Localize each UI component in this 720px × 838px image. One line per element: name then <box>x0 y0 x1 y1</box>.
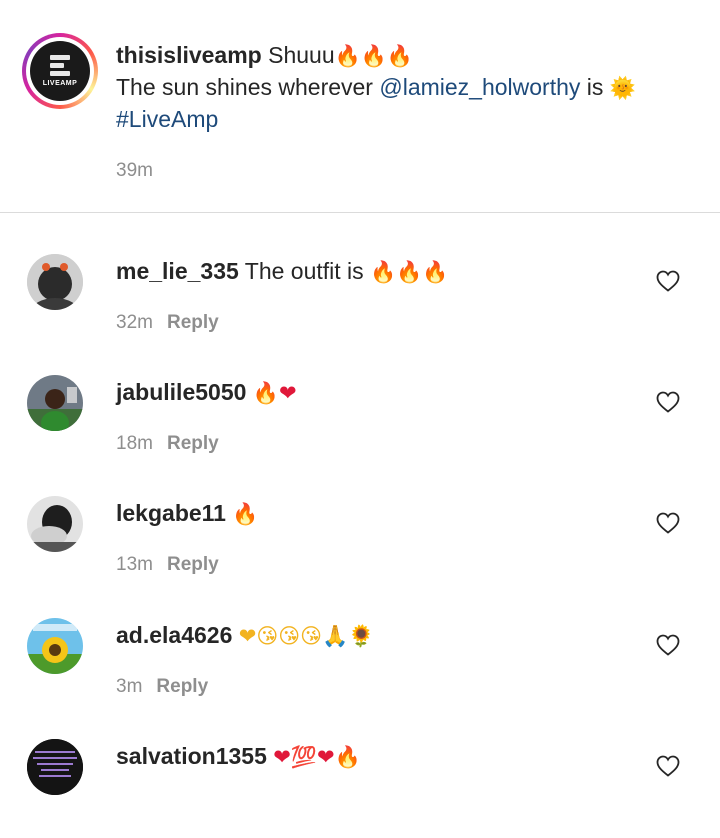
comment-timestamp: 3m <box>116 676 143 697</box>
comment-meta: 13m Reply <box>116 554 219 576</box>
caption-line2: The sun shines wherever <box>116 74 373 100</box>
avatar[interactable] <box>27 496 83 552</box>
reply-button[interactable]: Reply <box>167 554 219 575</box>
fire-emoji-icon: 🔥🔥🔥 <box>334 44 414 68</box>
comment-row: jabulile5050 🔥❤ 18m Reply <box>0 352 720 474</box>
comment-meta: 3m Reply <box>116 676 208 698</box>
comment-row: lekgabe11 🔥 13m Reply <box>0 473 720 595</box>
comment-body: The outfit is <box>244 258 364 284</box>
comment-row: me_lie_335 The outfit is 🔥🔥🔥 32m Reply <box>0 230 720 352</box>
comment-text: salvation1355 ❤💯❤🔥 <box>116 741 361 772</box>
comment-username[interactable]: jabulile5050 <box>116 379 246 405</box>
hashtag-link[interactable]: #LiveAmp <box>116 106 218 132</box>
caption-username[interactable]: thisisliveamp <box>116 42 262 68</box>
fire-emoji-icon: 🔥🔥🔥 <box>370 260 449 284</box>
post-caption: LIVEAMP thisisliveamp Shuuu🔥🔥🔥 The sun s… <box>0 0 720 212</box>
fire-heart-emoji-icon: 🔥❤ <box>252 381 297 405</box>
heart-kiss-pray-sunflower-emoji-icon: ❤😘😘😘🙏🌻 <box>238 624 375 648</box>
avatar[interactable] <box>27 739 83 795</box>
comment-meta: 18m Reply <box>116 433 219 455</box>
comment-meta: 32m Reply <box>116 312 219 334</box>
reply-button[interactable]: Reply <box>167 312 219 333</box>
caption-line2-after: is <box>586 74 604 100</box>
comment-timestamp: 18m <box>116 433 153 454</box>
avatar[interactable] <box>27 254 83 310</box>
comment-timestamp: 32m <box>116 312 153 333</box>
heart-outline-icon[interactable] <box>656 270 680 292</box>
fire-emoji-icon: 🔥 <box>232 502 259 526</box>
caption-text: thisisliveamp Shuuu🔥🔥🔥 The sun shines wh… <box>116 40 706 135</box>
heart-outline-icon[interactable] <box>656 391 680 413</box>
comment-text: me_lie_335 The outfit is 🔥🔥🔥 <box>116 256 449 287</box>
comment-text: lekgabe11 🔥 <box>116 498 259 529</box>
mention-link[interactable]: @lamiez_holworthy <box>379 74 580 100</box>
comment-username[interactable]: me_lie_335 <box>116 258 239 284</box>
comment-text: ad.ela4626 ❤😘😘😘🙏🌻 <box>116 620 374 651</box>
comment-username[interactable]: salvation1355 <box>116 743 267 769</box>
poster-avatar[interactable]: LIVEAMP <box>22 33 98 109</box>
heart-hundred-fire-emoji-icon: ❤💯❤🔥 <box>273 745 361 769</box>
reply-button[interactable]: Reply <box>156 676 208 697</box>
avatar[interactable] <box>27 618 83 674</box>
sun-emoji-icon: 🌞 <box>609 76 636 100</box>
comment-timestamp: 13m <box>116 554 153 575</box>
reply-button[interactable]: Reply <box>167 433 219 454</box>
heart-outline-icon[interactable] <box>656 634 680 656</box>
liveamp-logo-icon <box>50 55 70 77</box>
avatar[interactable] <box>27 375 83 431</box>
comment-username[interactable]: ad.ela4626 <box>116 622 232 648</box>
comment-username[interactable]: lekgabe11 <box>116 500 226 526</box>
comment-row: ad.ela4626 ❤😘😘😘🙏🌻 3m Reply <box>0 595 720 717</box>
avatar-logo-text: LIVEAMP <box>42 80 78 87</box>
heart-outline-icon[interactable] <box>656 512 680 534</box>
comment-row: salvation1355 ❤💯❤🔥 <box>0 716 720 838</box>
heart-outline-icon[interactable] <box>656 755 680 777</box>
comment-text: jabulile5050 🔥❤ <box>116 377 297 408</box>
caption-timestamp: 39m <box>116 160 153 181</box>
divider <box>0 212 720 213</box>
caption-line1: Shuuu <box>268 42 335 68</box>
